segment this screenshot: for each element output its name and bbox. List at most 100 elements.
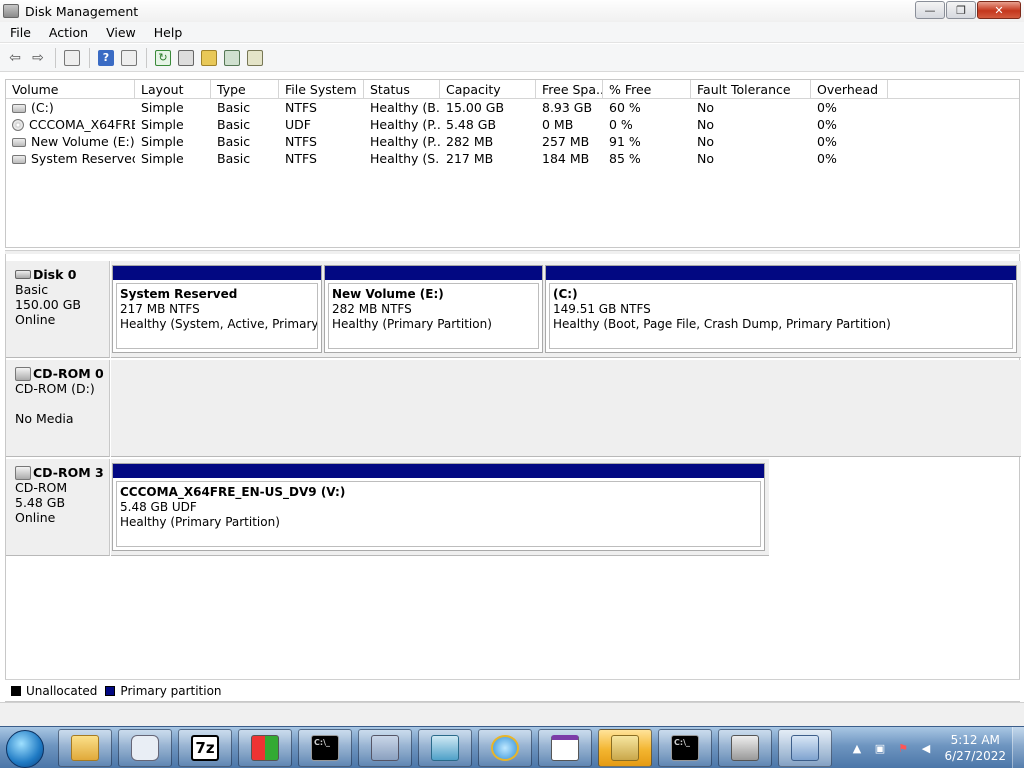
- taskbar-app-disk-utility[interactable]: [118, 729, 172, 767]
- partition-c[interactable]: (C:) 149.51 GB NTFS Healthy (Boot, Page …: [545, 265, 1017, 353]
- layout-cell: Simple: [141, 117, 184, 132]
- column-header-layout[interactable]: Layout: [135, 80, 211, 98]
- back-arrow-icon: ⇦: [9, 49, 21, 66]
- fault-tolerance-cell: No: [697, 100, 714, 115]
- back-button[interactable]: ⇦: [4, 47, 26, 69]
- properties-button[interactable]: [175, 47, 197, 69]
- menu-action[interactable]: Action: [39, 25, 96, 40]
- disk-size: [15, 396, 109, 411]
- column-header-overhead[interactable]: Overhead: [811, 80, 888, 98]
- overhead-cell: 0%: [817, 100, 837, 115]
- table-row[interactable]: (C:) Simple Basic NTFS Healthy (B... 15.…: [6, 99, 1019, 116]
- volume-cell: (C:): [6, 99, 135, 116]
- drive-icon: [12, 104, 26, 113]
- taskbar-app-explorer[interactable]: [58, 729, 112, 767]
- taskbar-app-computer-management[interactable]: [778, 729, 832, 767]
- partition-name: CCCOMA_X64FRE_EN-US_DV9 (V:): [120, 485, 346, 499]
- explore-button[interactable]: [221, 47, 243, 69]
- column-header-status[interactable]: Status: [364, 80, 440, 98]
- table-row[interactable]: System Reserved Simple Basic NTFS Health…: [6, 150, 1019, 167]
- properties-pane-button[interactable]: [61, 47, 83, 69]
- title-bar[interactable]: Disk Management — ❐ ✕: [0, 0, 1024, 22]
- partition-status: Healthy (Primary Partition): [120, 515, 280, 529]
- partition-size: 5.48 GB UDF: [120, 500, 197, 514]
- status-bar: [0, 702, 1024, 726]
- file-explorer-icon: [71, 735, 99, 761]
- clock[interactable]: 5:12 AM 6/27/2022: [944, 732, 1006, 764]
- partition-size: 282 MB NTFS: [332, 302, 412, 316]
- disk-label-cd-rom-0[interactable]: CD-ROM 0 CD-ROM (D:) No Media: [6, 360, 110, 457]
- column-header-percent-free[interactable]: % Free: [603, 80, 691, 98]
- maximize-button[interactable]: ❐: [946, 1, 976, 19]
- disk-type: Basic: [15, 282, 49, 297]
- open-button[interactable]: [198, 47, 220, 69]
- export-button[interactable]: [244, 47, 266, 69]
- show-hide-pane-button[interactable]: [118, 47, 140, 69]
- table-row[interactable]: CCCOMA_X64FRE... Simple Basic UDF Health…: [6, 116, 1019, 133]
- partition-size: 217 MB NTFS: [120, 302, 200, 316]
- disk-name-text: Disk 0: [33, 267, 77, 282]
- layout-cell: Simple: [141, 100, 184, 115]
- 7zip-label: 7z: [195, 739, 215, 757]
- close-button[interactable]: ✕: [977, 1, 1021, 19]
- column-header-fault-tolerance[interactable]: Fault Tolerance: [691, 80, 811, 98]
- file-system-cell: UDF: [285, 117, 311, 132]
- properties-pane-icon: [64, 49, 80, 66]
- partition-cccoma-v[interactable]: CCCOMA_X64FRE_EN-US_DV9 (V:) 5.48 GB UDF…: [112, 463, 765, 551]
- toolbar-separator: [89, 47, 90, 68]
- status-cell: Healthy (P...: [370, 134, 440, 149]
- column-header-file-system[interactable]: File System: [279, 80, 364, 98]
- minimize-button[interactable]: —: [915, 1, 945, 19]
- forward-button[interactable]: ⇨: [27, 47, 49, 69]
- disk-name: Disk 0: [15, 267, 109, 282]
- taskbar-app-7zip[interactable]: 7z: [178, 729, 232, 767]
- taskbar-app-internet-explorer[interactable]: [478, 729, 532, 767]
- file-system-cell: NTFS: [285, 134, 317, 149]
- network-icon[interactable]: ▣: [872, 740, 888, 756]
- fault-tolerance-cell: No: [697, 134, 714, 149]
- window-app-icon: [551, 735, 579, 761]
- disk-label-disk-0[interactable]: Disk 0 Basic 150.00 GB Online: [6, 261, 110, 358]
- show-hidden-icons-icon[interactable]: ▲: [849, 740, 865, 756]
- menu-help[interactable]: Help: [144, 25, 191, 40]
- window-controls: — ❐ ✕: [914, 1, 1021, 19]
- action-center-icon[interactable]: ⚑: [895, 740, 911, 756]
- disk-status: Online: [15, 312, 56, 327]
- column-header-type[interactable]: Type: [211, 80, 279, 98]
- column-header-volume[interactable]: Volume: [6, 80, 135, 98]
- volume-list[interactable]: Volume Layout Type File System Status Ca…: [5, 79, 1020, 248]
- column-header-capacity[interactable]: Capacity: [440, 80, 536, 98]
- show-desktop-button[interactable]: [1012, 727, 1024, 768]
- menu-file[interactable]: File: [0, 25, 39, 40]
- menu-view[interactable]: View: [96, 25, 144, 40]
- taskbar-app-window-app[interactable]: [538, 729, 592, 767]
- taskbar-app-command-prompt-2[interactable]: C:\_: [658, 729, 712, 767]
- disk-status: Online: [15, 510, 56, 525]
- partition-new-volume-e[interactable]: New Volume (E:) 282 MB NTFS Healthy (Pri…: [324, 265, 543, 353]
- start-button[interactable]: [6, 730, 44, 768]
- properties-icon: [178, 49, 194, 66]
- taskbar-app-disk-drive[interactable]: [718, 729, 772, 767]
- disk-type: CD-ROM: [15, 480, 68, 495]
- drive-icon: [12, 155, 26, 164]
- taskbar-app-drive-tools[interactable]: [598, 729, 652, 767]
- column-header-free-space[interactable]: Free Spa...: [536, 80, 603, 98]
- export-icon: [247, 49, 263, 66]
- taskbar-app-network-setup[interactable]: [358, 729, 412, 767]
- toolbar: ⇦ ⇨ ? ↻: [0, 44, 1024, 72]
- refresh-button[interactable]: ↻: [152, 47, 174, 69]
- volume-icon[interactable]: ◀: [918, 740, 934, 756]
- status-cell: Healthy (S...: [370, 151, 440, 166]
- overhead-cell: 0%: [817, 151, 837, 166]
- help-button[interactable]: ?: [95, 47, 117, 69]
- taskbar-app-download[interactable]: [418, 729, 472, 767]
- disk-name-text: CD-ROM 3: [33, 465, 104, 480]
- disk-label-cd-rom-3[interactable]: CD-ROM 3 CD-ROM 5.48 GB Online: [6, 459, 110, 556]
- hard-disk-icon: [15, 270, 31, 279]
- partition-system-reserved[interactable]: System Reserved 217 MB NTFS Healthy (Sys…: [112, 265, 322, 353]
- file-system-cell: NTFS: [285, 151, 317, 166]
- disk-row-disk-0: Disk 0 Basic 150.00 GB Online System Res…: [6, 261, 1021, 358]
- taskbar-app-command-prompt[interactable]: C:\_: [298, 729, 352, 767]
- table-row[interactable]: New Volume (E:) Simple Basic NTFS Health…: [6, 133, 1019, 150]
- taskbar-app-windows-setup[interactable]: [238, 729, 292, 767]
